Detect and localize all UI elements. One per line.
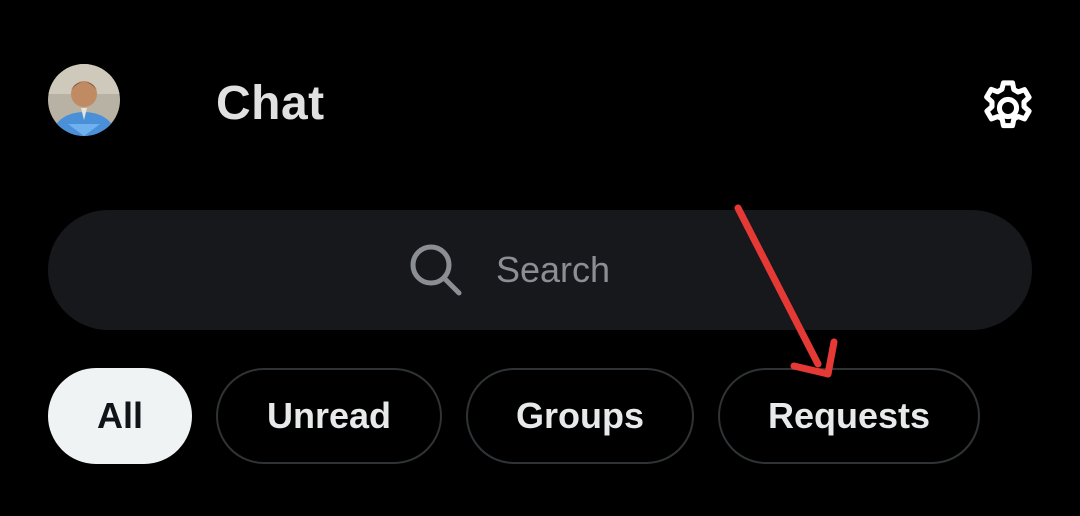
tab-label: All xyxy=(96,395,143,436)
gear-icon xyxy=(984,80,1032,129)
tab-label: Groups xyxy=(515,395,644,436)
search-icon xyxy=(410,244,462,296)
search-input[interactable] xyxy=(496,249,626,291)
page-title: Chat xyxy=(216,77,325,130)
tab-all[interactable]: All xyxy=(48,368,192,464)
tab-unread[interactable]: Unread xyxy=(216,368,442,464)
tab-label: Unread xyxy=(266,395,392,436)
tab-requests[interactable]: Requests xyxy=(718,368,980,464)
tab-groups[interactable]: Groups xyxy=(466,368,694,464)
settings-button[interactable] xyxy=(970,70,1046,146)
tab-label: Requests xyxy=(767,395,931,436)
search-bar[interactable] xyxy=(48,210,1032,330)
avatar[interactable] xyxy=(48,64,120,136)
user-avatar-image xyxy=(48,64,120,136)
